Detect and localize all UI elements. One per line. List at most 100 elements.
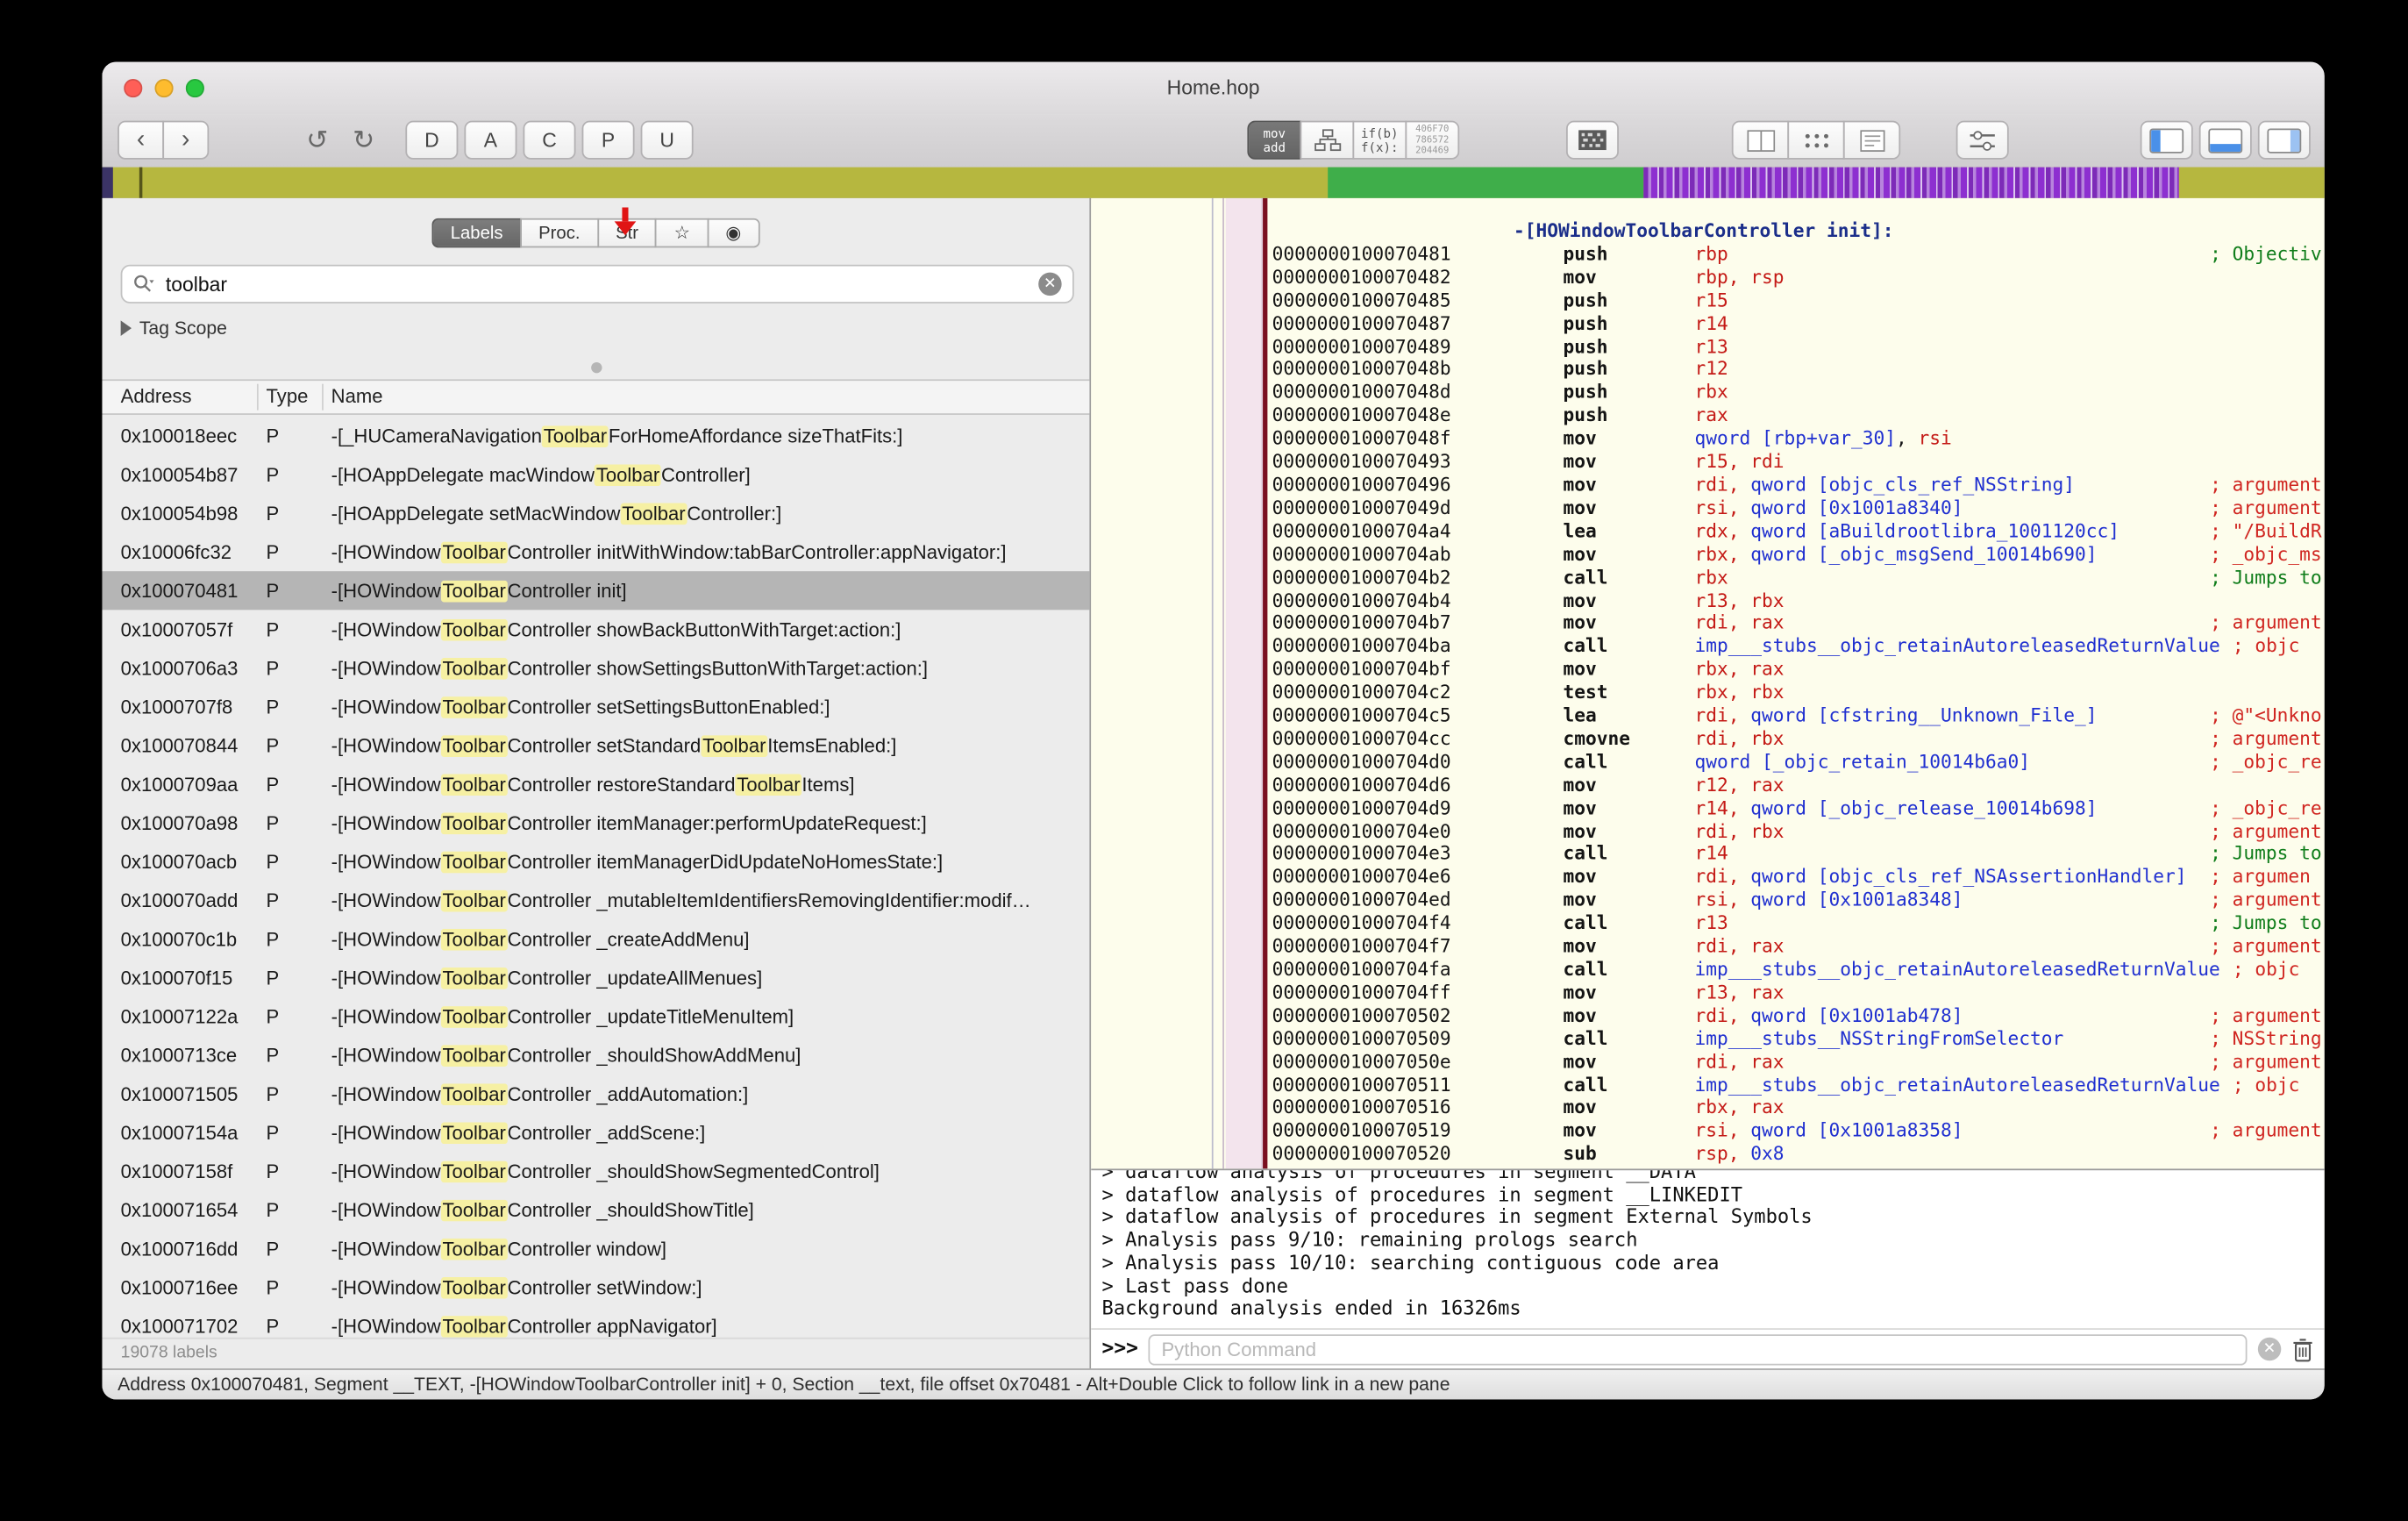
table-row[interactable]: 0x100071505P-[HOWindowToolbarController … <box>102 1075 1089 1113</box>
disasm-line[interactable]: 00000001000704d9movr14, qword [_objc_rel… <box>1272 796 2325 819</box>
header-address[interactable]: Address <box>121 381 192 413</box>
disasm-line[interactable]: 0000000100070509callimp___stubs__NSStrin… <box>1272 1027 2325 1050</box>
tab-labels[interactable]: Labels <box>432 218 522 248</box>
table-row[interactable]: 0x100054b87P-[HOAppDelegate macWindowToo… <box>102 455 1089 494</box>
table-row[interactable]: 0x100070481P-[HOWindowToolbarController … <box>102 571 1089 610</box>
assembly-mode-button[interactable]: mov add <box>1247 121 1301 160</box>
disasm-line[interactable]: 00000001000704ffmovr13, rax <box>1272 982 2325 1004</box>
disasm-line[interactable]: 00000001000704bfmovrbx, rax <box>1272 658 2325 681</box>
disasm-line[interactable]: 00000001000704a4leardx, qword [aBuildroo… <box>1272 520 2325 543</box>
table-row[interactable]: 0x100071654P-[HOWindowToolbarController … <box>102 1190 1089 1229</box>
nav-bar-segment-tail[interactable] <box>2179 168 2325 198</box>
hex-mode-button[interactable]: 406F70 786572 204469 <box>1405 121 1459 160</box>
mode-button-c[interactable]: C <box>524 121 576 160</box>
disasm-line[interactable]: 00000001000704e6movrdi, qword [objc_cls_… <box>1272 866 2325 889</box>
disasm-line[interactable]: 0000000100070481pushrbp; Objectiv <box>1272 243 2325 266</box>
zoom-window-button[interactable] <box>186 79 204 97</box>
table-row[interactable]: 0x100070a98P-[HOWindowToolbarController … <box>102 803 1089 842</box>
disasm-line[interactable]: 0000000100070487pushr14 <box>1272 312 2325 335</box>
symbol-search-field[interactable]: ✕ <box>121 265 1074 303</box>
disasm-line[interactable]: 0000000100070516movrbx, rax <box>1272 1096 2325 1119</box>
disasm-line[interactable]: 0000000100070519movrsi, qword [0x1001a83… <box>1272 1120 2325 1143</box>
column-separator[interactable] <box>257 384 259 411</box>
title-bar[interactable]: Home.hop <box>102 62 2324 115</box>
disasm-line[interactable]: 0000000100070482movrbp, rsp <box>1272 266 2325 289</box>
split-columns-button[interactable] <box>1732 121 1789 160</box>
toggle-bottom-pane-button[interactable] <box>2199 121 2252 160</box>
table-row[interactable]: 0x100070c1bP-[HOWindowToolbarController … <box>102 919 1089 958</box>
disasm-line[interactable]: 0000000100070502movrdi, qword [0x1001ab4… <box>1272 1004 2325 1027</box>
pseudocode-mode-button[interactable]: if(b) f(x): <box>1352 121 1407 160</box>
disasm-line[interactable]: 000000010007048bpushr12 <box>1272 358 2325 381</box>
column-separator[interactable] <box>322 384 324 411</box>
table-row[interactable]: 0x1000707f8P-[HOWindowToolbarController … <box>102 688 1089 726</box>
disasm-line[interactable]: 00000001000704cccmovnerdi, rbx; argument <box>1272 727 2325 750</box>
mode-button-p[interactable]: P <box>582 121 635 160</box>
redo-button[interactable]: ↻ <box>344 121 384 160</box>
header-name[interactable]: Name <box>331 381 383 413</box>
toggle-left-pane-button[interactable] <box>2141 121 2193 160</box>
table-row[interactable]: 0x10007154aP-[HOWindowToolbarController … <box>102 1113 1089 1152</box>
disasm-line[interactable]: 00000001000704d6movr12, rax <box>1272 774 2325 796</box>
table-row[interactable]: 0x10007158fP-[HOWindowToolbarController … <box>102 1152 1089 1190</box>
disasm-line[interactable]: 00000001000704bacallimp___stubs__objc_re… <box>1272 635 2325 658</box>
tag-scope-disclosure[interactable]: Tag Scope <box>121 318 227 339</box>
disasm-line[interactable]: 00000001000704b4movr13, rbx <box>1272 589 2325 612</box>
table-row[interactable]: 0x1000709aaP-[HOWindowToolbarController … <box>102 765 1089 803</box>
clear-console-input-button[interactable]: ✕ <box>2258 1338 2281 1360</box>
disasm-line[interactable]: 00000001000704b2callrbx; Jumps to <box>1272 566 2325 589</box>
header-type[interactable]: Type <box>267 381 309 413</box>
disasm-line[interactable]: 00000001000704e0movrdi, rbx; argument <box>1272 820 2325 843</box>
disasm-line[interactable]: 00000001000704e3callr14; Jumps to <box>1272 843 2325 866</box>
nav-bar-segment-code[interactable] <box>1328 168 1643 198</box>
mode-button-u[interactable]: U <box>641 121 694 160</box>
cfg-mode-button[interactable] <box>1300 121 1354 160</box>
table-row[interactable]: 0x100054b98P-[HOAppDelegate setMacWindow… <box>102 494 1089 532</box>
disasm-line[interactable]: 00000001000704edmovrsi, qword [0x1001a83… <box>1272 889 2325 911</box>
table-row[interactable]: 0x1000706a3P-[HOWindowToolbarController … <box>102 648 1089 687</box>
disasm-line[interactable]: 00000001000704f4callr13; Jumps to <box>1272 912 2325 935</box>
tab-proc[interactable]: Proc. <box>520 218 599 248</box>
table-row[interactable]: 0x10007057fP-[HOWindowToolbarController … <box>102 610 1089 648</box>
disassembly-view[interactable]: -[HOWindowToolbarController init]: 00000… <box>1091 198 2325 1169</box>
back-button[interactable]: ‹ <box>118 121 164 160</box>
disasm-line[interactable]: 0000000100070493movr15, rdi <box>1272 451 2325 474</box>
mode-button-d[interactable]: D <box>405 121 458 160</box>
disasm-line[interactable]: 0000000100070489pushr13 <box>1272 335 2325 358</box>
disasm-line[interactable]: 00000001000704abmovrbx, qword [_objc_msg… <box>1272 543 2325 566</box>
disasm-line[interactable]: 000000010007048dpushrbx <box>1272 382 2325 404</box>
undo-button[interactable]: ↺ <box>297 121 338 160</box>
pane-drag-handle[interactable] <box>591 362 602 373</box>
analysis-navigation-bar[interactable] <box>102 168 2324 200</box>
clear-search-button[interactable]: ✕ <box>1038 273 1061 296</box>
log-console[interactable]: > dataflow analysis of procedures in seg… <box>1091 1168 2325 1328</box>
disasm-line[interactable]: 00000001000704c5leardi, qword [cfstring_… <box>1272 704 2325 727</box>
disasm-line[interactable]: 00000001000704f7movrdi, rax; argument <box>1272 935 2325 958</box>
table-row[interactable]: 0x10007122aP-[HOWindowToolbarController … <box>102 997 1089 1036</box>
table-row[interactable]: 0x1000713ceP-[HOWindowToolbarController … <box>102 1036 1089 1075</box>
table-row[interactable]: 0x100070f15P-[HOWindowToolbarController … <box>102 958 1089 996</box>
dots-grid-button[interactable] <box>1787 121 1844 160</box>
forward-button[interactable]: › <box>162 121 209 160</box>
table-row[interactable]: 0x100070addP-[HOWindowToolbarController … <box>102 881 1089 919</box>
python-command-input[interactable] <box>1149 1333 2247 1364</box>
nav-bar-segment-header[interactable] <box>102 168 112 198</box>
disasm-line[interactable]: 00000001000704d0callqword [_objc_retain_… <box>1272 751 2325 774</box>
tab-scope[interactable]: ◉ <box>707 218 759 248</box>
table-row[interactable]: 0x1000716eeP-[HOWindowToolbarController … <box>102 1268 1089 1306</box>
table-row[interactable]: 0x100070acbP-[HOWindowToolbarController … <box>102 842 1089 881</box>
table-row[interactable]: 0x100070844P-[HOWindowToolbarController … <box>102 726 1089 765</box>
nav-bar-segment-data[interactable] <box>1643 168 2179 198</box>
table-row[interactable]: 0x100018eecP-[_HUCameraNavigationToolbar… <box>102 417 1089 455</box>
tab-star[interactable]: ☆ <box>655 218 709 248</box>
table-row[interactable]: 0x10006fc32P-[HOWindowToolbarController … <box>102 532 1089 571</box>
disasm-line[interactable]: 000000010007048fmovqword [rbp+var_30], r… <box>1272 427 2325 450</box>
table-row[interactable]: 0x1000716ddP-[HOWindowToolbarController … <box>102 1229 1089 1268</box>
close-window-button[interactable] <box>124 79 142 97</box>
disasm-line[interactable]: 00000001000704b7movrdi, rax; argument <box>1272 612 2325 635</box>
byte-pattern-button[interactable] <box>1566 121 1619 160</box>
disasm-line[interactable]: 00000001000704facallimp___stubs__objc_re… <box>1272 958 2325 981</box>
disasm-line[interactable]: 0000000100070496movrdi, qword [objc_cls_… <box>1272 474 2325 496</box>
mode-button-a[interactable]: A <box>464 121 517 160</box>
disasm-line[interactable]: 000000010007048epushrax <box>1272 404 2325 427</box>
